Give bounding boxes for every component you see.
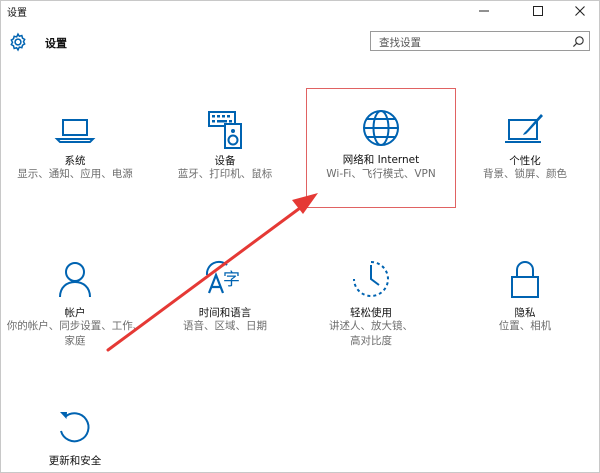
person-icon [59, 262, 91, 298]
tile-ease-of-access-desc: 讲述人、放大镜、高对比度 [329, 320, 413, 347]
search-placeholder: 查找设置 [379, 37, 421, 49]
tile-system-desc: 显示、通知、应用、电源 [17, 168, 133, 180]
minimize-icon [479, 10, 489, 12]
globe-icon [363, 110, 399, 146]
maximize-button[interactable] [520, 0, 556, 22]
tile-accounts[interactable]: 帐户 你的帐户、同步设置、工作、家庭 [0, 245, 150, 365]
ease-of-access-icon [353, 261, 389, 297]
tile-system-label: 系统 [64, 155, 86, 167]
tile-update-security[interactable]: 更新和安全 [0, 395, 150, 473]
tile-network-desc: Wi-Fi、飞行模式、VPN [326, 168, 436, 180]
tile-privacy-label: 隐私 [514, 307, 536, 319]
minimize-button[interactable] [466, 0, 502, 22]
tile-ease-of-access-label: 轻松使用 [350, 307, 392, 319]
tile-personalization-label: 个性化 [509, 155, 541, 167]
gear-icon [10, 32, 26, 52]
tile-time-language-desc: 语音、区域、日期 [183, 320, 267, 332]
svg-text:字: 字 [223, 270, 240, 290]
tile-accounts-label: 帐户 [64, 307, 86, 319]
window-title: 设置 [7, 8, 27, 19]
tile-network-label: 网络和 Internet [342, 154, 420, 166]
tile-system[interactable]: 系统 显示、通知、应用、电源 [0, 88, 150, 208]
title-bar: 设置 [0, 0, 600, 22]
page-title: 设置 [45, 37, 67, 50]
time-language-icon: 字 [205, 260, 240, 294]
tile-accounts-desc: 你的帐户、同步设置、工作、家庭 [6, 320, 144, 347]
close-button[interactable] [562, 0, 598, 22]
tile-update-security-label: 更新和安全 [48, 455, 102, 467]
tile-network[interactable]: 网络和 Internet Wi-Fi、飞行模式、VPN [306, 88, 456, 208]
search-input[interactable]: 查找设置 [370, 31, 590, 51]
personalization-icon [505, 114, 543, 143]
tile-privacy[interactable]: 隐私 位置、相机 [450, 245, 600, 365]
close-icon [575, 6, 585, 16]
tile-devices-desc: 蓝牙、打印机、鼠标 [177, 168, 273, 180]
tile-devices-label: 设备 [214, 155, 236, 167]
search-icon[interactable] [572, 35, 585, 48]
maximize-icon [533, 6, 543, 16]
tile-ease-of-access[interactable]: 轻松使用 讲述人、放大镜、高对比度 [296, 245, 446, 365]
lock-icon [511, 261, 539, 298]
tile-personalization-desc: 背景、锁屏、颜色 [483, 168, 567, 180]
update-icon [60, 412, 90, 443]
tile-privacy-desc: 位置、相机 [498, 320, 552, 332]
tile-time-language[interactable]: 字 时间和语言 语音、区域、日期 [150, 245, 300, 365]
tile-personalization[interactable]: 个性化 背景、锁屏、颜色 [450, 88, 600, 208]
laptop-icon [54, 119, 96, 143]
tile-time-language-label: 时间和语言 [198, 307, 252, 319]
tile-devices[interactable]: 设备 蓝牙、打印机、鼠标 [150, 88, 300, 208]
devices-icon [208, 111, 242, 149]
